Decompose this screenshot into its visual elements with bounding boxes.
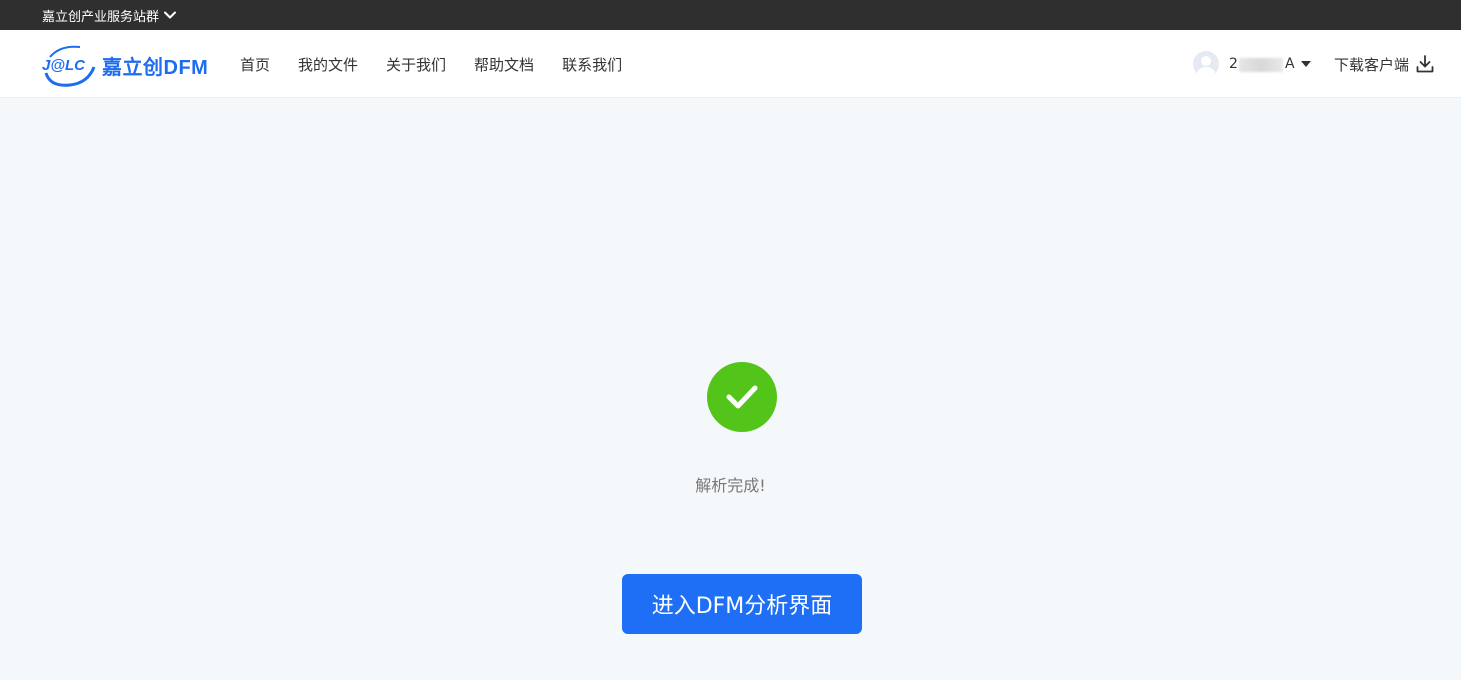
main-header: J@LC 嘉立创DFM 首页 我的文件 关于我们 帮助文档 联系我们 2 A 下… <box>0 30 1461 98</box>
download-icon <box>1416 55 1434 73</box>
nav-item-contact[interactable]: 联系我们 <box>562 54 622 75</box>
check-circle-icon <box>707 362 777 432</box>
download-client-button[interactable]: 下载客户端 <box>1334 50 1435 78</box>
nav-item-help[interactable]: 帮助文档 <box>474 54 534 75</box>
nav-item-home[interactable]: 首页 <box>240 54 270 75</box>
parse-status-text: 解析完成! <box>695 476 766 495</box>
username-redacted <box>1239 58 1283 72</box>
user-menu[interactable]: 2 A <box>1193 50 1311 78</box>
download-client-label: 下载客户端 <box>1334 55 1410 74</box>
username-start: 2 <box>1229 56 1238 72</box>
site-group-label: 嘉立创产业服务站群 <box>42 9 160 25</box>
username: 2 A <box>1229 56 1295 72</box>
site-group-dropdown[interactable]: 嘉立创产业服务站群 <box>42 0 177 30</box>
username-end: A <box>1285 56 1295 72</box>
main-nav: 首页 我的文件 关于我们 帮助文档 联系我们 <box>240 30 650 98</box>
logo-text: 嘉立创DFM <box>102 56 209 79</box>
user-avatar-icon <box>1193 51 1219 77</box>
check-icon <box>726 385 758 409</box>
logo[interactable]: J@LC 嘉立创DFM <box>40 43 208 87</box>
jlc-logo-icon: J@LC <box>42 45 96 87</box>
nav-item-about[interactable]: 关于我们 <box>386 54 446 75</box>
enter-dfm-button[interactable]: 进入DFM分析界面 <box>622 574 862 634</box>
chevron-down-icon <box>164 11 177 19</box>
nav-item-my-files[interactable]: 我的文件 <box>298 54 358 75</box>
logo-mark-text: J@LC <box>42 57 86 74</box>
top-site-bar: 嘉立创产业服务站群 <box>0 0 1461 30</box>
caret-down-icon <box>1301 61 1311 67</box>
